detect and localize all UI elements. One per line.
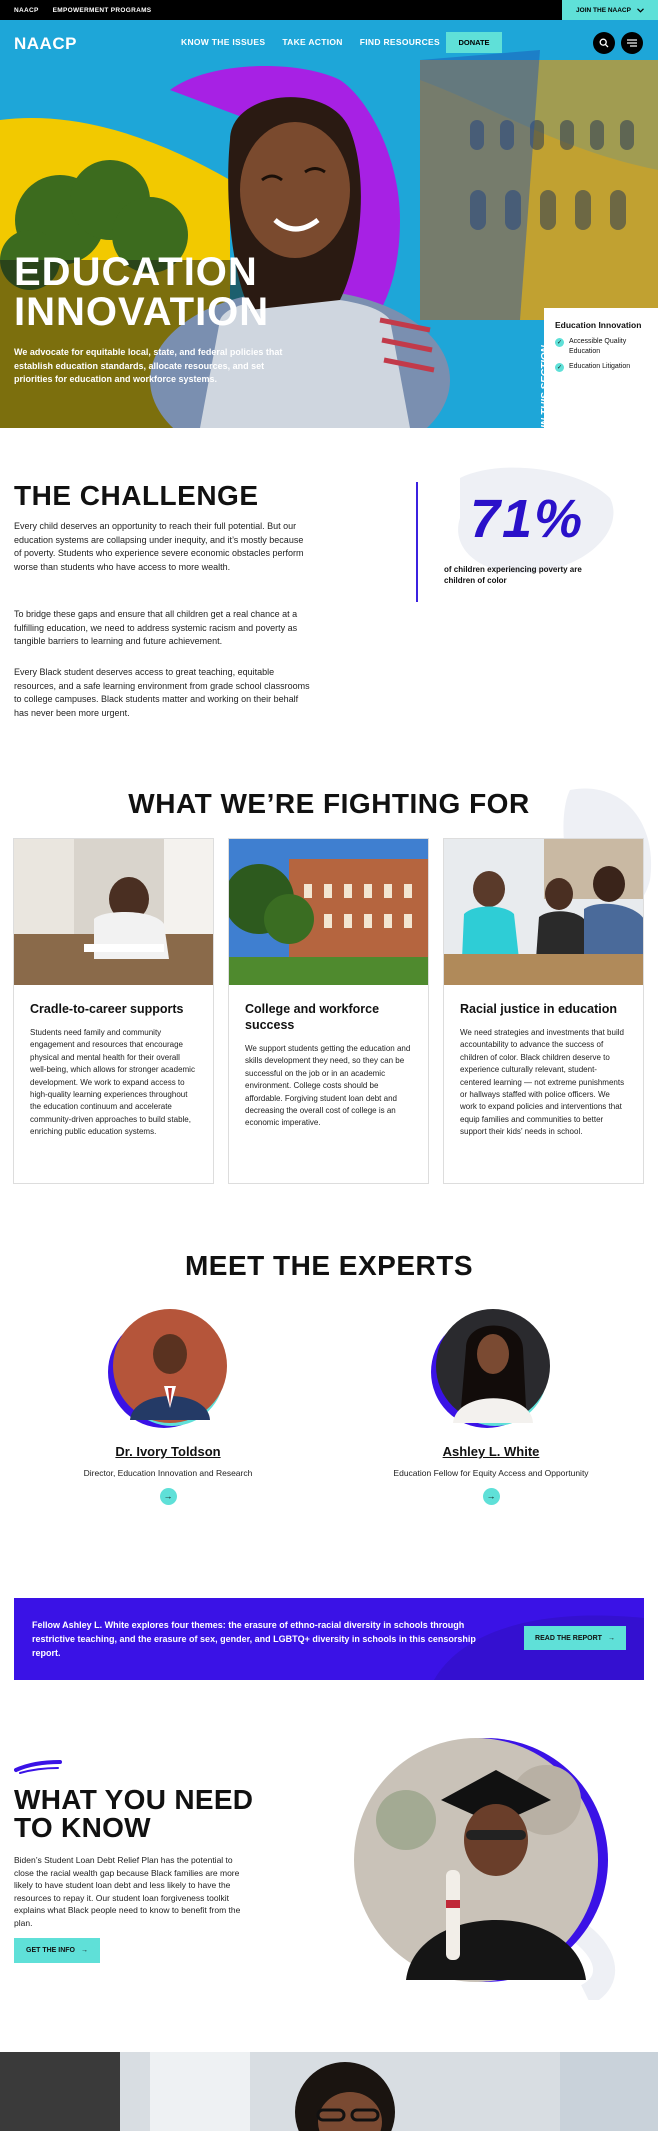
card-image [229,839,428,985]
expert-role: Director, Education Innovation and Resea… [83,1468,253,1478]
challenge-paragraph-1: Every child deserves an opportunity to r… [14,521,304,572]
donate-button[interactable]: DONATE [446,32,502,53]
expert-card-toldson[interactable]: Dr. Ivory Toldson Director, Education In… [68,1308,268,1505]
card-title: College and workforce success [245,1002,380,1032]
challenge-paragraph-3: Every Black student deserves access to g… [14,667,310,718]
stat-divider [416,482,418,602]
card-text: We need strategies and investments that … [460,1028,625,1137]
card-image [14,839,213,985]
naacp-logo[interactable]: NAACP [14,34,77,54]
card-image [444,839,643,985]
nav-know-the-issues[interactable]: KNOW THE ISSUES [181,37,265,47]
know-title: WHAT YOU NEED TO KNOW [14,1784,254,1843]
expert-link-button[interactable]: → [482,1487,500,1505]
hero-title-line1: EDUCATION [14,250,258,294]
stat-caption: of children experiencing poverty are chi… [444,565,582,585]
challenge-paragraph-2: To bridge these gaps and ensure that all… [14,609,298,647]
nav-find-resources[interactable]: FIND RESOURCES [360,37,440,47]
expert-role: Education Fellow for Equity Access and O… [393,1468,589,1478]
read-report-button[interactable]: READ THE REPORT → [524,1626,626,1650]
card-racial-justice[interactable]: Racial justice in education We need stra… [443,838,644,1184]
stat-value: 71% [470,489,585,549]
arrow-right-icon: → [81,1947,88,1954]
graduate-photo [346,1730,616,2005]
section-item-label: Education Litigation [569,363,631,370]
card-cradle-to-career[interactable]: Cradle-to-career supports Students need … [13,838,214,1184]
search-button[interactable] [593,32,615,54]
arrow-right-icon: → [163,1491,173,1501]
utility-link-empowerment[interactable]: EMPOWERMENT PROGRAMS [53,7,152,14]
challenge-title: THE CHALLENGE [14,480,259,511]
section-item-label: Accessible Quality Education [569,338,627,355]
hero-subtitle: We advocate for equitable local, state, … [14,347,283,384]
join-button[interactable]: JOIN THE NAACP [562,0,658,20]
card-text: Students need family and community engag… [30,1028,195,1137]
utility-bar: NAACP EMPOWERMENT PROGRAMS JOIN THE NAAC… [0,0,658,20]
search-icon [599,38,609,48]
get-info-label: GET THE INFO [26,1947,75,1954]
hero-title: EDUCATION INNOVATION [14,252,269,332]
arrow-right-icon: → [607,1634,615,1642]
get-info-button[interactable]: GET THE INFO → [14,1938,100,1963]
card-title: Racial justice in education [460,1002,617,1016]
join-label: JOIN THE NAACP [576,6,631,14]
know-decoration [14,1760,62,1774]
utility-link-naacp[interactable]: NAACP [14,7,39,14]
bottom-hero-image [0,2052,658,2131]
experts-title: MEET THE EXPERTS [184,1250,474,1281]
hero-section: NAACP KNOW THE ISSUES TAKE ACTION FIND R… [0,20,658,428]
read-report-label: READ THE REPORT [535,1634,602,1642]
know-text: Biden’s Student Loan Debt Relief Plan ha… [14,1855,241,1928]
challenge-section: THE CHALLENGE Every child deserves an op… [0,428,658,718]
arrow-right-icon: → [486,1491,496,1501]
menu-icon [627,39,637,47]
check-icon: ✓ [555,363,564,372]
section-heading[interactable]: Education Innovation [555,320,648,331]
expert-link-button[interactable]: → [159,1487,177,1505]
expert-card-white[interactable]: Ashley L. White Education Fellow for Equ… [391,1308,591,1505]
in-this-section-panel: Education Innovation ✓ Accessible Qualit… [544,308,658,428]
expert-photo [108,1308,228,1428]
menu-button[interactable] [621,32,643,54]
hero-title-line2: INNOVATION [14,290,270,334]
card-title: Cradle-to-career supports [30,1002,184,1016]
expert-name[interactable]: Ashley L. White [391,1444,591,1459]
chevron-down-icon [637,7,644,13]
expert-photo [431,1308,551,1428]
section-item-litigation[interactable]: ✓ Education Litigation [555,362,648,372]
card-college-workforce[interactable]: College and workforce success We support… [228,838,429,1184]
nav-take-action[interactable]: TAKE ACTION [282,37,342,47]
main-nav: NAACP KNOW THE ISSUES TAKE ACTION FIND R… [0,20,658,68]
card-text: We support students getting the educatio… [245,1044,411,1128]
expert-name[interactable]: Dr. Ivory Toldson [68,1444,268,1459]
section-item-accessible[interactable]: ✓ Accessible Quality Education [555,337,648,357]
check-icon: ✓ [555,338,564,347]
report-banner: Fellow Ashley L. White explores four the… [14,1598,644,1680]
banner-text: Fellow Ashley L. White explores four the… [32,1620,476,1658]
fighting-for-title: WHAT WE’RE FIGHTING FOR [128,788,530,819]
